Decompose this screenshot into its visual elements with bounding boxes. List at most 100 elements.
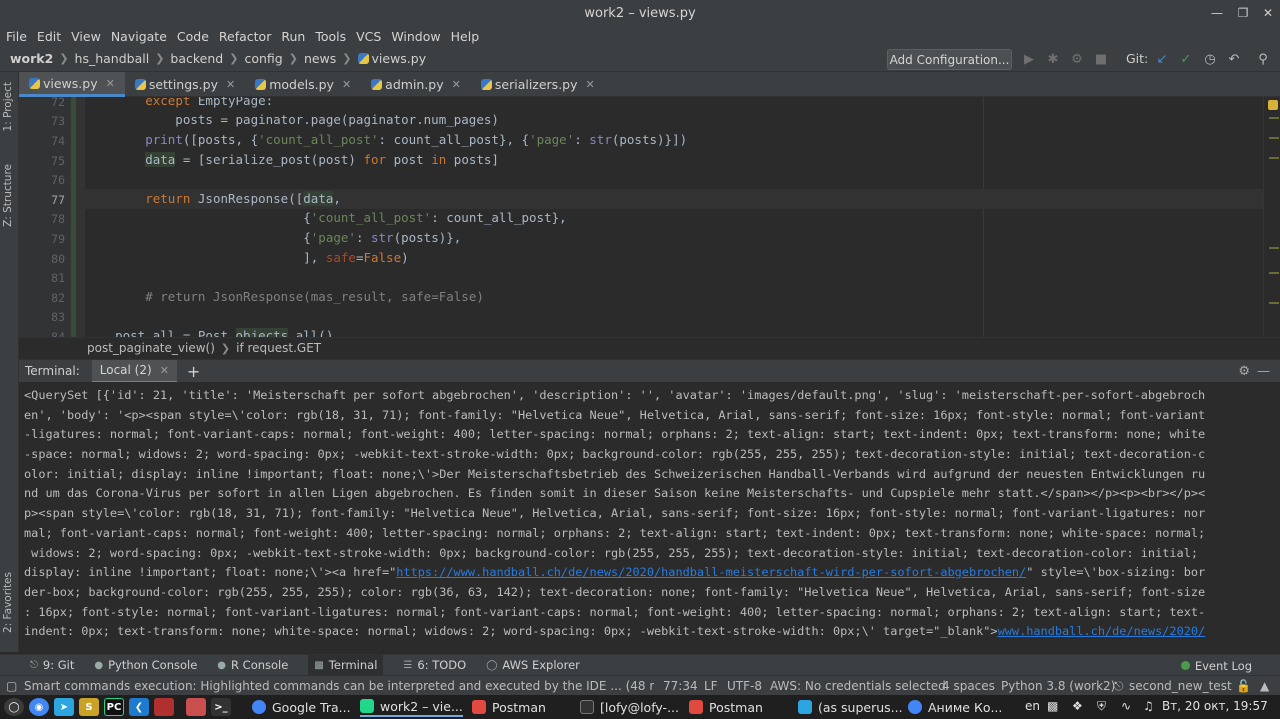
tab-settings-py[interactable]: settings.py ✕	[125, 72, 245, 97]
caret-position[interactable]: 77:34	[663, 679, 698, 693]
event-log-button[interactable]: Event Log	[1180, 655, 1252, 676]
menu-navigate[interactable]: Navigate	[111, 29, 167, 44]
line-number: 79	[51, 232, 65, 246]
git-update-icon[interactable]: ↙	[1153, 50, 1171, 68]
terminal-output[interactable]: <QuerySet [{'id': 21, 'title': 'Meisters…	[19, 382, 1280, 652]
close-icon[interactable]: ✕	[1255, 0, 1280, 26]
lock-icon[interactable]: 🔓	[1236, 679, 1251, 693]
status-square-icon[interactable]: ▢	[6, 679, 17, 693]
vpn-icon[interactable]: ▩	[1047, 699, 1058, 713]
menu-view[interactable]: View	[71, 29, 101, 44]
keyboard-layout[interactable]: en	[1025, 699, 1040, 713]
crumb-project[interactable]: work2	[10, 51, 53, 66]
menu-edit[interactable]: Edit	[37, 29, 61, 44]
wifi-icon[interactable]: ∿	[1121, 699, 1131, 713]
minimize-icon[interactable]: —	[1204, 0, 1230, 26]
close-tab-icon[interactable]: ✕	[452, 78, 461, 91]
volume-icon[interactable]: ♫	[1143, 699, 1154, 713]
terminal-tool-button[interactable]: ▩ Terminal	[308, 654, 384, 676]
taskbar-window[interactable]: (as superus...	[798, 697, 903, 717]
notifications-icon[interactable]: ▲	[1260, 679, 1269, 693]
hide-panel-icon[interactable]: —	[1257, 364, 1270, 379]
tab-serializers-py[interactable]: serializers.py ✕	[471, 72, 605, 97]
crumb-folder[interactable]: backend	[170, 51, 223, 66]
aws-credentials[interactable]: AWS: No credentials selected	[770, 679, 946, 693]
rollback-icon[interactable]: ↶	[1225, 50, 1243, 68]
history-icon[interactable]: ◷	[1201, 50, 1219, 68]
maximize-icon[interactable]: ❐	[1230, 0, 1256, 26]
git-tool-button[interactable]: ⎋ 9: Git	[30, 655, 74, 676]
menu-file[interactable]: File	[6, 29, 27, 44]
crumb-folder[interactable]: hs_handball	[75, 51, 150, 66]
editor-error-stripe[interactable]	[1263, 97, 1280, 337]
close-tab-icon[interactable]: ✕	[226, 78, 235, 91]
dropbox-icon[interactable]: ❖	[1072, 699, 1083, 713]
python-console-button[interactable]: ● Python Console	[94, 655, 197, 676]
crumb-folder[interactable]: config	[244, 51, 282, 66]
project-tool-button[interactable]: 1: Project	[2, 82, 14, 131]
code-line: except EmptyPage:	[145, 97, 274, 108]
menu-help[interactable]: Help	[451, 29, 480, 44]
favorites-tool-button[interactable]: 2: Favorites	[2, 572, 14, 633]
taskbar-window[interactable]: Google Tra...	[252, 697, 351, 717]
chrome-icon[interactable]: ◉	[29, 698, 49, 716]
crumb-file[interactable]: views.py	[357, 51, 426, 66]
taskbar-window[interactable]: work2 – vie...	[360, 697, 463, 717]
python-interpreter[interactable]: Python 3.8 (work2)	[1001, 679, 1115, 693]
clock[interactable]: Вт, 20 окт, 19:57	[1162, 699, 1268, 713]
sublime-icon[interactable]: S	[79, 698, 99, 716]
menu-run[interactable]: Run	[281, 29, 305, 44]
search-icon[interactable]: ⚲	[1254, 50, 1272, 68]
todo-tool-button[interactable]: ☰ 6: TODO	[403, 655, 466, 676]
close-tab-icon[interactable]: ✕	[342, 78, 351, 91]
terminal-link[interactable]: www.handball.ch/de/news/2020/	[998, 624, 1206, 638]
chrome-icon	[252, 700, 266, 714]
menu-vcs[interactable]: VCS	[356, 29, 381, 44]
menu-code[interactable]: Code	[177, 29, 209, 44]
tab-views-py[interactable]: views.py ✕	[19, 72, 125, 97]
breadcrumb-block[interactable]: if request.GET	[236, 341, 321, 355]
indent-setting[interactable]: 4 spaces	[942, 679, 995, 693]
aws-explorer-button[interactable]: ◯ AWS Explorer	[486, 655, 580, 676]
vscode-icon[interactable]: ❮	[129, 698, 149, 716]
status-message[interactable]: Smart commands execution: Highlighted co…	[24, 679, 654, 693]
structure-tool-button[interactable]: Z: Structure	[2, 164, 14, 227]
code-editor[interactable]: 72 73 74 75 76 77 78 79 80 81 82 83 84 e…	[19, 97, 1263, 337]
debug-icon[interactable]: ✱	[1044, 50, 1062, 68]
breadcrumb-function[interactable]: post_paginate_view()	[87, 341, 215, 355]
tab-admin-py[interactable]: admin.py ✕	[361, 72, 471, 97]
menu-tools[interactable]: Tools	[315, 29, 346, 44]
line-separator[interactable]: LF	[704, 679, 718, 693]
stop-icon[interactable]: ■	[1092, 50, 1110, 68]
pycharm-icon[interactable]: PC	[104, 698, 124, 716]
close-tab-icon[interactable]: ✕	[160, 364, 169, 377]
menu-icon[interactable]: ◯	[4, 698, 24, 716]
gear-icon[interactable]: ⚙	[1238, 364, 1250, 379]
terminal-link[interactable]: https://www.handball.ch/de/news/2020/han…	[396, 565, 1026, 579]
git-commit-icon[interactable]: ✓	[1177, 50, 1195, 68]
tab-models-py[interactable]: models.py ✕	[245, 72, 361, 97]
coverage-icon[interactable]: ⚙	[1068, 50, 1086, 68]
taskbar-window[interactable]: [lofy@lofy-...	[580, 697, 679, 717]
shield-icon[interactable]: ⛨	[1097, 699, 1106, 714]
taskbar-window[interactable]: Postman	[689, 697, 763, 717]
file-encoding[interactable]: UTF-8	[727, 679, 762, 693]
menu-window[interactable]: Window	[391, 29, 440, 44]
crumb-folder[interactable]: news	[304, 51, 336, 66]
r-console-button[interactable]: ● R Console	[217, 655, 288, 676]
telegram-icon[interactable]: ➤	[54, 698, 74, 716]
add-configuration-button[interactable]: Add Configuration...	[887, 49, 1012, 70]
warning-icon[interactable]	[1268, 100, 1278, 110]
app-icon[interactable]	[154, 698, 174, 716]
menu-refactor[interactable]: Refactor	[219, 29, 271, 44]
folder-icon[interactable]	[186, 698, 206, 716]
taskbar-window[interactable]: Аниме Ко...	[908, 697, 1002, 717]
close-tab-icon[interactable]: ✕	[106, 77, 115, 90]
taskbar-window[interactable]: Postman	[472, 697, 546, 717]
tab-terminal-local[interactable]: Local (2) ✕	[91, 359, 177, 383]
close-tab-icon[interactable]: ✕	[586, 78, 595, 91]
new-terminal-icon[interactable]: +	[187, 362, 200, 381]
terminal-app-icon[interactable]: >_	[211, 698, 231, 716]
git-branch[interactable]: second_new_test	[1129, 679, 1232, 693]
run-icon[interactable]: ▶	[1020, 50, 1038, 68]
